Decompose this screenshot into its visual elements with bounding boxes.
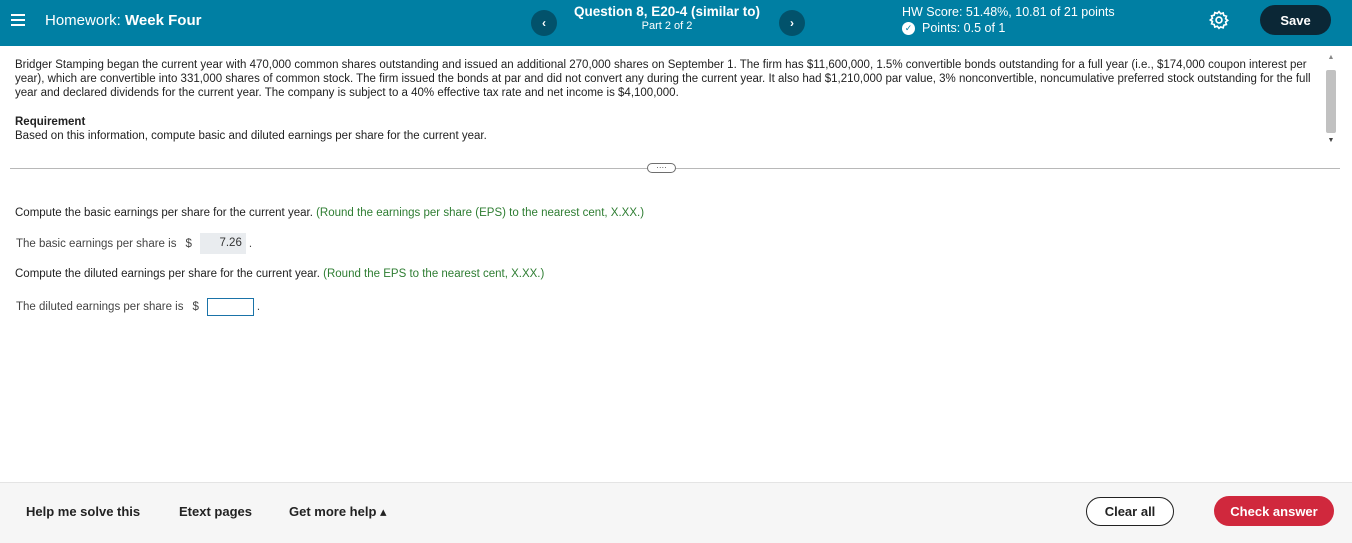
scroll-down-arrow-icon[interactable]: ▼: [1325, 137, 1337, 147]
save-button[interactable]: Save: [1260, 5, 1331, 35]
diluted-eps-label: The diluted earnings per share is: [16, 301, 184, 313]
check-answer-button[interactable]: Check answer: [1214, 496, 1334, 526]
problem-statement: Bridger Stamping began the current year …: [15, 58, 1317, 143]
diluted-eps-answer-row: The diluted earnings per share is $ .: [16, 298, 260, 316]
footer-bar: Help me solve this Etext pages Get more …: [0, 483, 1352, 543]
resize-handle-icon[interactable]: ····: [647, 163, 676, 173]
basic-eps-answer: 7.26: [199, 233, 246, 254]
question-header: Question 8, E20-4 (similar to) Part 2 of…: [561, 4, 773, 32]
requirement-heading: Requirement: [15, 115, 86, 128]
etext-pages-button[interactable]: Etext pages: [179, 504, 252, 519]
homework-title: Homework: Week Four: [45, 12, 201, 29]
basic-eps-period: .: [248, 237, 253, 250]
requirement-text: Based on this information, compute basic…: [15, 129, 487, 142]
diluted-eps-input[interactable]: [206, 298, 254, 316]
menu-icon[interactable]: [11, 14, 25, 26]
scroll-up-arrow-icon[interactable]: ▲: [1325, 54, 1337, 64]
diluted-eps-question: Compute the diluted earnings per share f…: [15, 268, 320, 280]
partial-credit-icon: ✓: [902, 21, 915, 35]
basic-eps-hint: (Round the earnings per share (EPS) to t…: [316, 207, 645, 219]
scrollbar-thumb[interactable]: [1326, 70, 1336, 133]
gear-icon[interactable]: [1209, 10, 1229, 30]
help-me-solve-button[interactable]: Help me solve this: [26, 504, 140, 519]
chevron-right-icon: ›: [790, 16, 794, 30]
problem-scrollbar[interactable]: ▲ ▼: [1325, 54, 1337, 150]
next-question-button[interactable]: ›: [779, 10, 805, 36]
basic-eps-currency: $: [185, 237, 192, 250]
homework-name: Week Four: [125, 12, 202, 29]
basic-eps-question: Compute the basic earnings per share for…: [15, 207, 313, 219]
hw-score: HW Score: 51.48%, 10.81 of 21 points: [902, 5, 1115, 19]
diluted-eps-prompt: Compute the diluted earnings per share f…: [15, 268, 544, 280]
question-title: Question 8, E20-4 (similar to): [573, 4, 761, 19]
homework-prefix: Homework:: [45, 12, 121, 29]
previous-question-button[interactable]: ‹: [531, 10, 557, 36]
score-block: HW Score: 51.48%, 10.81 of 21 points ✓ P…: [902, 5, 1115, 35]
basic-eps-label: The basic earnings per share is: [16, 237, 177, 250]
problem-text: Bridger Stamping began the current year …: [15, 59, 1311, 100]
get-more-help-button[interactable]: Get more help ▴: [289, 504, 387, 520]
question-part: Part 2 of 2: [641, 20, 693, 32]
top-bar: Homework: Week Four ‹ Question 8, E20-4 …: [0, 0, 1352, 46]
points-value: Points: 0.5 of 1: [922, 21, 1006, 35]
chevron-left-icon: ‹: [542, 16, 546, 30]
diluted-eps-hint: (Round the EPS to the nearest cent, X.XX…: [323, 268, 545, 280]
diluted-eps-currency: $: [192, 301, 199, 313]
basic-eps-answer-row: The basic earnings per share is $ 7.26 .: [16, 233, 252, 254]
basic-eps-prompt: Compute the basic earnings per share for…: [15, 207, 644, 219]
diluted-eps-period: .: [256, 301, 261, 313]
clear-all-button[interactable]: Clear all: [1086, 497, 1174, 526]
